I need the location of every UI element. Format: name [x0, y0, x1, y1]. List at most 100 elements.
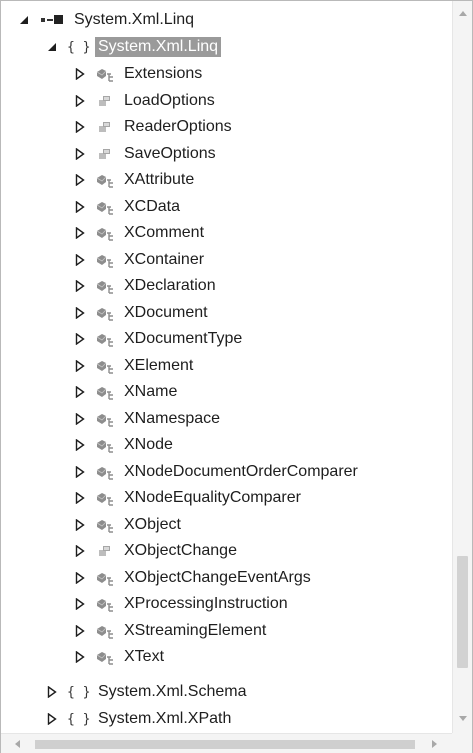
collapsed-arrow-icon[interactable]	[73, 200, 87, 214]
tree-node-type[interactable]: XDocumentType	[73, 326, 245, 352]
collapsed-arrow-icon[interactable]	[73, 597, 87, 611]
tree-node-type[interactable]: XNodeEqualityComparer	[73, 485, 304, 511]
scrollbar-corner	[452, 733, 472, 753]
collapsed-arrow-icon[interactable]	[73, 650, 87, 664]
collapsed-arrow-icon[interactable]	[73, 385, 87, 399]
collapsed-arrow-icon[interactable]	[73, 173, 87, 187]
enum-icon	[95, 145, 115, 163]
collapsed-arrow-icon[interactable]	[73, 412, 87, 426]
tree-node-assembly[interactable]: System.Xml.Linq	[17, 7, 197, 33]
collapsed-arrow-icon[interactable]	[73, 518, 87, 532]
scroll-up-arrow-icon[interactable]	[458, 9, 468, 19]
vertical-scrollbar[interactable]	[452, 1, 472, 733]
expanded-arrow-icon[interactable]	[45, 40, 59, 54]
tree-node-namespace-schema[interactable]: { } System.Xml.Schema	[45, 679, 249, 705]
tree-node-namespace[interactable]: { } System.Xml.Linq	[45, 34, 222, 60]
horizontal-scrollbar[interactable]	[1, 733, 453, 753]
scroll-down-arrow-icon[interactable]	[458, 713, 468, 723]
tree-node-label: XStreamingElement	[124, 621, 267, 639]
collapsed-arrow-icon[interactable]	[73, 359, 87, 373]
tree-node-type[interactable]: SaveOptions	[73, 141, 219, 167]
tree-node-label: System.Xml.Linq	[74, 11, 195, 28]
collapsed-arrow-icon[interactable]	[73, 491, 87, 505]
tree-node-label: System.Xml.XPath	[98, 710, 232, 727]
tree-node-type[interactable]: XDocument	[73, 300, 211, 326]
tree-node-label: XContainer	[124, 250, 205, 268]
tree-node-type[interactable]: XText	[73, 644, 167, 670]
collapsed-arrow-icon[interactable]	[73, 571, 87, 585]
collapsed-arrow-icon[interactable]	[73, 253, 87, 267]
tree-node-label: XAttribute	[124, 171, 195, 188]
collapsed-arrow-icon[interactable]	[73, 438, 87, 452]
tree-node-type[interactable]: XObjectChange	[73, 538, 240, 564]
enum-icon	[95, 542, 115, 560]
tree-node-label: XObject	[124, 515, 181, 533]
tree-node-label: XDocumentType	[124, 330, 243, 347]
tree-node-type[interactable]: ReaderOptions	[73, 114, 235, 140]
tree-node-type[interactable]: XAttribute	[73, 167, 197, 193]
class-icon	[95, 330, 115, 348]
class-icon	[95, 436, 115, 454]
collapsed-arrow-icon[interactable]	[73, 624, 87, 638]
tree-node-label: XObjectChangeEventArgs	[124, 568, 311, 586]
tree-node-label: Extensions	[124, 65, 203, 82]
expanded-arrow-icon[interactable]	[17, 13, 31, 27]
tree-node-type[interactable]: Extensions	[73, 61, 205, 87]
tree-node-type[interactable]: XProcessingInstruction	[73, 591, 291, 617]
tree-node-label: XText	[124, 648, 165, 665]
class-icon	[95, 489, 115, 507]
tree-node-label: XNodeDocumentOrderComparer	[124, 462, 358, 480]
tree-node-type[interactable]: XObjectChangeEventArgs	[73, 565, 314, 591]
tree-node-label: XProcessingInstruction	[124, 595, 288, 612]
collapsed-arrow-icon[interactable]	[73, 94, 87, 108]
class-icon	[95, 304, 115, 322]
namespace-braces-icon: { }	[67, 39, 91, 55]
class-icon	[95, 198, 115, 216]
class-icon	[95, 622, 115, 640]
tree-node-type[interactable]: LoadOptions	[73, 88, 218, 114]
class-icon	[95, 569, 115, 587]
class-icon	[95, 224, 115, 242]
collapsed-arrow-icon[interactable]	[73, 226, 87, 240]
class-icon	[95, 65, 115, 83]
tree-node-label: LoadOptions	[124, 91, 215, 109]
tree-node-label: SaveOptions	[124, 144, 216, 162]
vertical-scrollbar-thumb[interactable]	[457, 556, 468, 668]
collapsed-arrow-icon[interactable]	[73, 306, 87, 320]
tree-node-type[interactable]: XNamespace	[73, 406, 223, 432]
tree-node-type[interactable]: XObject	[73, 512, 184, 538]
tree-node-label: XNamespace	[124, 409, 221, 427]
tree-node-type[interactable]: XComment	[73, 220, 207, 246]
collapsed-arrow-icon[interactable]	[73, 67, 87, 81]
tree-node-label: XNodeEqualityComparer	[124, 489, 301, 506]
tree-node-label: XDeclaration	[124, 277, 216, 294]
object-browser-tree-panel: System.Xml.Linq { } System.Xml.Linq Exte…	[0, 0, 473, 753]
collapsed-arrow-icon[interactable]	[73, 147, 87, 161]
namespace-braces-icon: { }	[67, 711, 91, 727]
tree-node-type[interactable]: XNodeDocumentOrderComparer	[73, 459, 361, 485]
tree-node-type[interactable]: XDeclaration	[73, 273, 219, 299]
collapsed-arrow-icon[interactable]	[45, 712, 59, 726]
horizontal-scrollbar-thumb[interactable]	[35, 740, 415, 749]
tree-node-namespace-xpath[interactable]: { } System.Xml.XPath	[45, 706, 234, 732]
class-icon	[95, 648, 115, 666]
tree-node-type[interactable]: XElement	[73, 353, 196, 379]
tree-node-label: XElement	[124, 356, 194, 374]
tree-node-type[interactable]: XName	[73, 379, 180, 405]
tree-node-type[interactable]: XStreamingElement	[73, 618, 269, 644]
tree-node-label: XComment	[124, 224, 205, 241]
enum-icon	[95, 92, 115, 110]
collapsed-arrow-icon[interactable]	[73, 332, 87, 346]
scroll-left-arrow-icon[interactable]	[13, 739, 23, 749]
collapsed-arrow-icon[interactable]	[45, 685, 59, 699]
tree-node-type[interactable]: XNode	[73, 432, 176, 458]
scroll-right-arrow-icon[interactable]	[429, 739, 439, 749]
tree-node-type[interactable]: XContainer	[73, 247, 207, 273]
collapsed-arrow-icon[interactable]	[73, 465, 87, 479]
collapsed-arrow-icon[interactable]	[73, 544, 87, 558]
collapsed-arrow-icon[interactable]	[73, 279, 87, 293]
class-icon	[95, 463, 115, 481]
collapsed-arrow-icon[interactable]	[73, 120, 87, 134]
class-icon	[95, 383, 115, 401]
tree-node-type[interactable]: XCData	[73, 194, 183, 220]
